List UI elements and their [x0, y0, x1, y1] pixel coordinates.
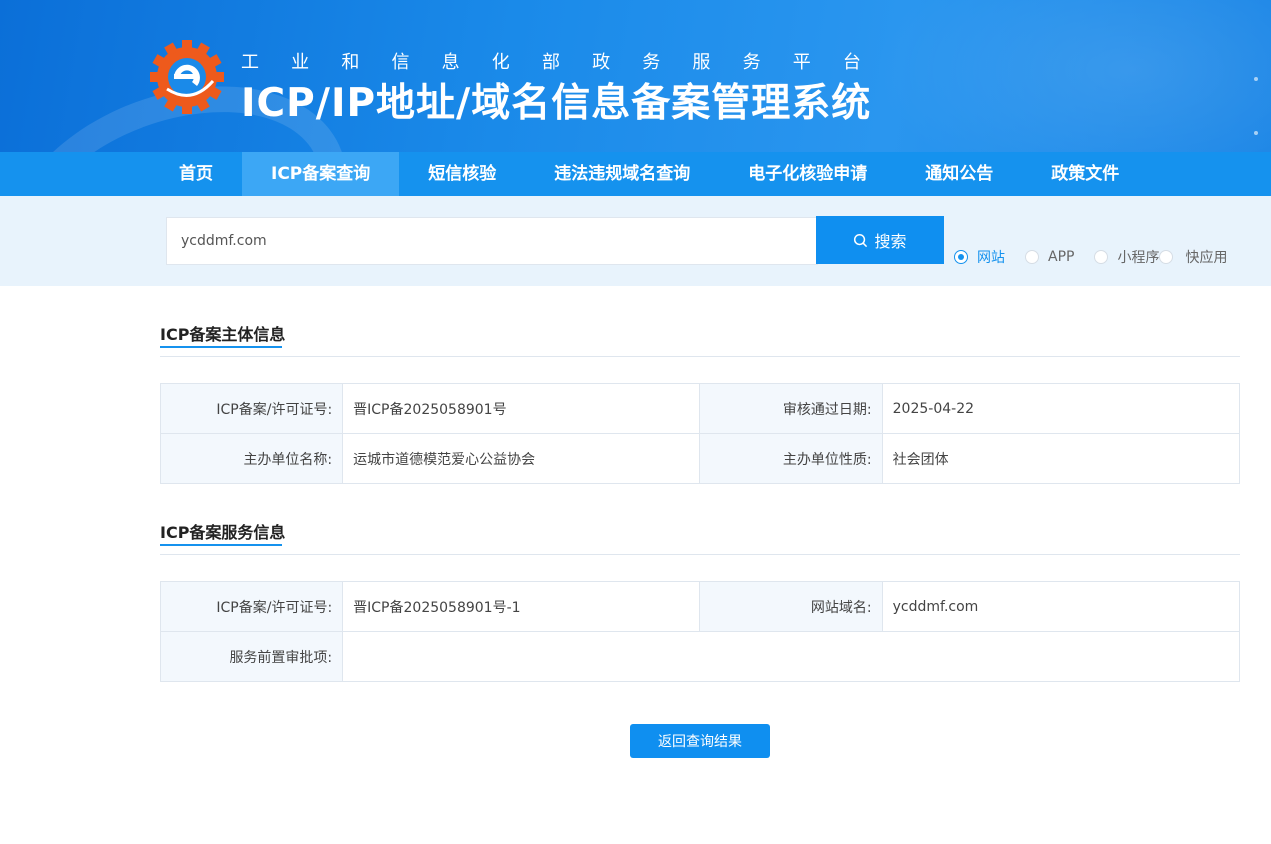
table-row: ICP备案/许可证号: 晋ICP备2025058901号-1 网站域名: ycd… [159, 581, 1241, 632]
miit-logo-icon [150, 40, 224, 114]
search-icon [854, 233, 868, 247]
decor-dot [1254, 131, 1258, 135]
domain-label: 网站域名: [699, 581, 883, 632]
search-button[interactable]: 搜索 [816, 216, 944, 264]
license-label: ICP备案/许可证号: [159, 383, 344, 434]
nav-icp-query[interactable]: ICP备案查询 [242, 152, 400, 196]
organizer-value: 运城市道德模范爱心公益协会 [342, 433, 701, 484]
service-info-table: ICP备案/许可证号: 晋ICP备2025058901号-1 网站域名: ycd… [159, 581, 1241, 682]
subject-section-title: ICP备案主体信息 [160, 325, 286, 344]
nav-sms-verify[interactable]: 短信核验 [399, 152, 525, 196]
domain-value: ycddmf.com [881, 581, 1241, 632]
subject-section-underline [160, 346, 282, 348]
nav-illegal-domain[interactable]: 违法违规域名查询 [525, 152, 719, 196]
service-section-underline [160, 544, 282, 546]
nav-policy[interactable]: 政策文件 [1022, 152, 1148, 196]
pre-approval-value [342, 631, 1240, 682]
search-band: 搜索 网站 APP 小程序 快应用 [0, 196, 1271, 286]
organizer-type-value: 社会团体 [881, 433, 1241, 484]
back-to-results-button[interactable]: 返回查询结果 [630, 724, 770, 758]
search-button-label: 搜索 [874, 232, 907, 251]
subject-section-rule [160, 356, 1240, 357]
radio-website[interactable]: 网站 [954, 247, 1005, 267]
service-section-rule [160, 554, 1240, 555]
nav-e-verify[interactable]: 电子化核验申请 [719, 152, 896, 196]
search-type-group: 网站 APP 小程序 快应用 [954, 247, 1227, 267]
approval-date-label: 审核通过日期: [699, 383, 883, 434]
license-value: 晋ICP备2025058901号 [342, 383, 701, 434]
table-row: ICP备案/许可证号: 晋ICP备2025058901号 审核通过日期: 202… [159, 383, 1241, 434]
service-license-label: ICP备案/许可证号: [159, 581, 344, 632]
table-row: 主办单位名称: 运城市道德模范爱心公益协会 主办单位性质: 社会团体 [159, 433, 1241, 484]
table-row: 服务前置审批项: [159, 631, 1240, 682]
organizer-label: 主办单位名称: [159, 433, 344, 484]
service-license-value: 晋ICP备2025058901号-1 [342, 581, 701, 632]
nav-notices[interactable]: 通知公告 [896, 152, 1022, 196]
header-title: ICP/IP地址/域名信息备案管理系统 [241, 81, 872, 126]
radio-circle-icon [954, 250, 968, 264]
radio-circle-icon [1025, 250, 1039, 264]
search-input[interactable] [166, 217, 818, 265]
nav-home[interactable]: 首页 [150, 152, 242, 196]
pre-approval-label: 服务前置审批项: [159, 631, 344, 682]
main-nav: 首页 ICP备案查询 短信核验 违法违规域名查询 电子化核验申请 通知公告 政策… [0, 152, 1271, 196]
site-header: 工 业 和 信 息 化 部 政 务 服 务 平 台 ICP/IP地址/域名信息备… [0, 0, 1271, 152]
organizer-type-label: 主办单位性质: [699, 433, 883, 484]
subject-info-table: ICP备案/许可证号: 晋ICP备2025058901号 审核通过日期: 202… [159, 383, 1241, 484]
header-subtitle: 工 业 和 信 息 化 部 政 务 服 务 平 台 [241, 52, 861, 73]
radio-circle-icon [1159, 250, 1174, 264]
approval-date-value: 2025-04-22 [881, 383, 1241, 434]
radio-mini-program[interactable]: 小程序 [1094, 247, 1159, 267]
radio-circle-icon [1094, 250, 1109, 264]
radio-app[interactable]: APP [1025, 249, 1074, 265]
service-section-title: ICP备案服务信息 [160, 523, 286, 542]
decor-dot [1254, 77, 1258, 81]
radio-quick-app[interactable]: 快应用 [1159, 247, 1227, 267]
